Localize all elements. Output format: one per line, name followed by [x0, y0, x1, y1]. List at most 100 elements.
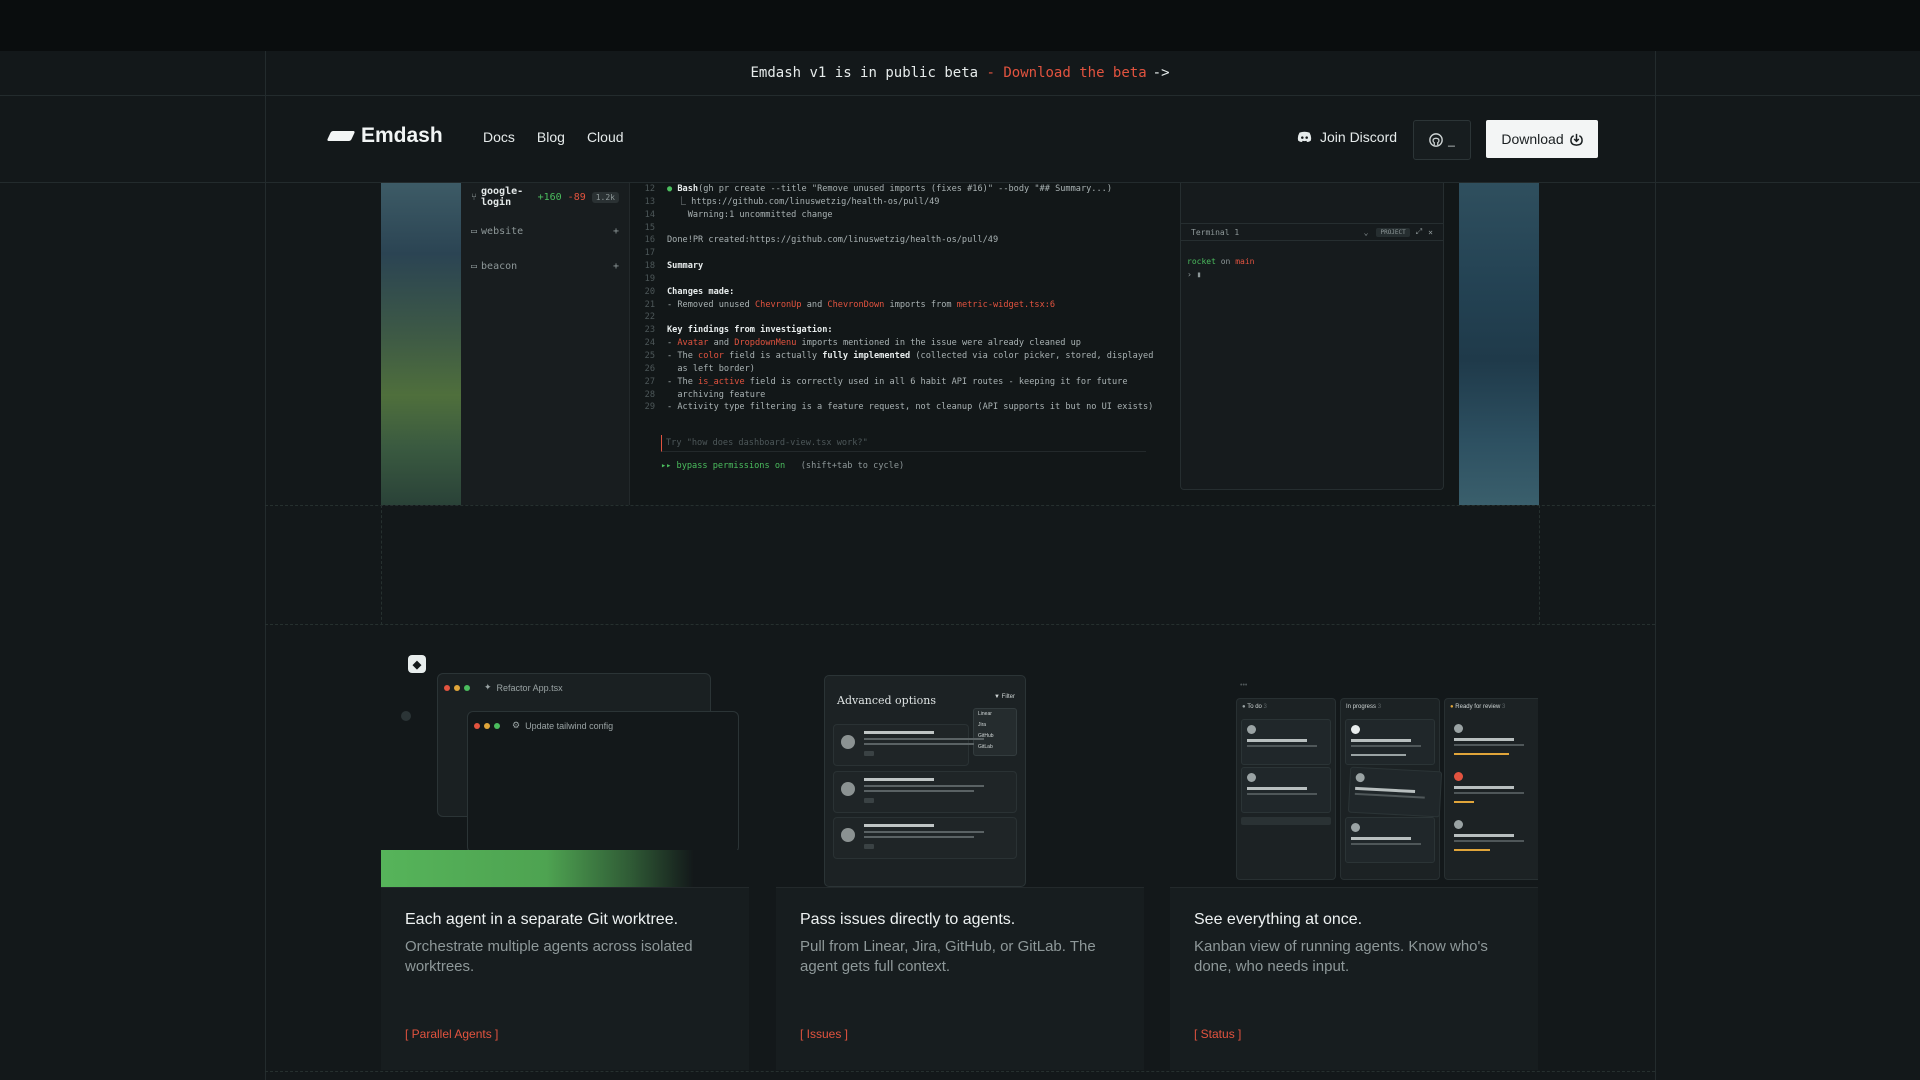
banner-text: Emdash v1 is in public beta — [750, 65, 979, 81]
tab-tailwind[interactable]: ⚙ Update tailwind config — [512, 720, 613, 731]
kanban-card[interactable] — [1345, 719, 1435, 765]
terminal-title: Terminal 1 — [1191, 227, 1240, 237]
nav-link-blog[interactable]: Blog — [537, 129, 565, 145]
kanban-column-todo: ● To do 3 — [1236, 698, 1336, 880]
tab-label: Update tailwind config — [525, 720, 614, 731]
kanban-card[interactable] — [1449, 719, 1538, 763]
grid-line — [265, 51, 266, 1080]
card-title: See everything at once. — [1194, 911, 1363, 928]
nav-link-cloud[interactable]: Cloud — [587, 129, 624, 145]
source-dropdown[interactable]: Linear Jira GitHub GitLab — [973, 708, 1017, 756]
plus-icon[interactable]: + — [613, 261, 619, 272]
divider — [776, 887, 1144, 888]
advanced-options-panel: Advanced options ▼ Filter Linear Jira Gi… — [824, 675, 1026, 887]
add-card-placeholder[interactable] — [1241, 817, 1331, 825]
feature-card-status: ••• ● To do 3 In progress 3 ● Ready for … — [1170, 625, 1538, 1070]
top-strip — [0, 0, 1920, 51]
line-number: 15 — [644, 222, 655, 233]
issue-row[interactable] — [833, 724, 984, 766]
chevron-down-icon[interactable]: ⌄ — [1364, 228, 1369, 237]
source-option[interactable]: GitLab — [978, 742, 1016, 753]
folder-icon: ▭ — [471, 260, 478, 272]
card-description: Orchestrate multiple agents across isola… — [405, 938, 693, 975]
kanban-card[interactable] — [1449, 767, 1538, 811]
source-option[interactable]: GitHub — [978, 731, 1016, 742]
line-number: 27 — [644, 376, 655, 387]
nav-links: Docs Blog Cloud — [483, 129, 624, 145]
tab-refactor[interactable]: ✦ Refactor App.tsx — [484, 682, 563, 693]
download-label: Download — [1501, 131, 1564, 147]
bypass-label: ▸▸ bypass permissions on — [661, 461, 786, 471]
emdash-app-icon: ◆ — [408, 655, 426, 673]
expand-icon[interactable]: ⤢ — [1416, 227, 1422, 237]
github-button[interactable]: _ — [1413, 120, 1471, 160]
app-window: ⑂ google-login +160 -89 1.2k ▭ website +… — [461, 183, 1459, 505]
terminal-branch: main — [1235, 257, 1255, 266]
sidebar-item-branch[interactable]: ⑂ google-login +160 -89 1.2k — [471, 185, 619, 209]
sidebar-item-beacon[interactable]: ▭ beacon + — [471, 254, 619, 278]
card-description: Kanban view of running agents. Know who'… — [1194, 938, 1488, 975]
bypass-hint: (shift+tab to cycle) — [800, 461, 905, 471]
download-icon — [1569, 133, 1583, 146]
github-star-count: _ — [1448, 133, 1455, 147]
code-line: 17 — [633, 247, 1153, 260]
line-number: 13 — [644, 196, 655, 207]
brand-logo[interactable]: Emdash — [326, 124, 443, 148]
gear-icon: ⚙ — [512, 720, 521, 730]
filter-button[interactable]: ▼ Filter — [994, 694, 1015, 700]
card-tag-link[interactable]: [ Status ] — [1194, 1027, 1241, 1041]
kanban-preview: ••• ● To do 3 In progress 3 ● Ready for … — [1170, 625, 1538, 887]
issue-row[interactable] — [833, 771, 1017, 813]
agent-prompt-input[interactable]: Try "how does dashboard-view.tsx work?" — [661, 435, 1146, 452]
kanban-card[interactable] — [1241, 767, 1331, 813]
brand-name: Emdash — [361, 124, 443, 147]
workspace-sidebar: ⑂ google-login +160 -89 1.2k ▭ website +… — [461, 183, 630, 505]
code-line: 26 as left border) — [633, 363, 1153, 376]
divider — [381, 887, 749, 888]
code-line: 15 — [633, 222, 1153, 235]
source-option[interactable]: Linear — [978, 709, 1016, 720]
sidebar-item-website[interactable]: ▭ website + — [471, 219, 619, 243]
dashed-divider — [265, 1071, 1655, 1072]
issue-avatar-icon — [841, 828, 855, 842]
feature-card-parallel-agents: ◆ ✦ Refactor App.tsx ⚙ Update tailwind c… — [381, 625, 749, 1070]
feature-card-issues: Advanced options ▼ Filter Linear Jira Gi… — [776, 625, 1144, 1070]
kanban-card[interactable] — [1345, 817, 1435, 863]
project-name: website — [481, 225, 524, 237]
panel-heading: Advanced options — [837, 694, 937, 707]
card-tag-link[interactable]: [ Parallel Agents ] — [405, 1027, 498, 1041]
hero-app-preview: ⑂ google-login +160 -89 1.2k ▭ website +… — [381, 183, 1539, 505]
issue-avatar-icon — [841, 735, 855, 749]
kanban-card-dragging[interactable] — [1347, 766, 1443, 818]
issue-row[interactable] — [833, 817, 1017, 859]
close-icon[interactable]: × — [1428, 228, 1433, 237]
card-description: Pull from Linear, Jira, GitHub, or GitLa… — [800, 938, 1096, 975]
line-number: 28 — [644, 389, 655, 400]
download-button[interactable]: Download — [1486, 120, 1598, 158]
source-option[interactable]: Jira — [978, 720, 1016, 731]
download-beta-link[interactable]: Download the beta — [1003, 65, 1146, 81]
progress-gradient — [381, 850, 749, 887]
kanban-card[interactable] — [1241, 719, 1331, 765]
line-number: 18 — [644, 261, 655, 272]
join-discord-link[interactable]: Join Discord — [1297, 129, 1397, 145]
worktree-window-2: ⚙ Update tailwind config — [467, 711, 739, 853]
terminal-prompt: › ▮ — [1187, 270, 1202, 279]
card-tag-link[interactable]: [ Issues ] — [800, 1027, 848, 1041]
placeholder-dot — [401, 711, 411, 721]
grid-line — [1655, 51, 1656, 1080]
plus-icon[interactable]: + — [613, 226, 619, 237]
code-line: 12 ● Bash(gh pr create --title "Remove un… — [633, 183, 1153, 196]
nav-link-docs[interactable]: Docs — [483, 129, 515, 145]
terminal-output[interactable]: rocket on main › ▮ — [1187, 255, 1254, 281]
code-line: 25- The color field is actually fully im… — [633, 350, 1154, 363]
terminal-panel: Terminal 1 ⌄ PROJECT ⤢ × rocket on main … — [1180, 183, 1444, 490]
painting-background-left — [381, 183, 461, 505]
kanban-card[interactable] — [1449, 815, 1538, 859]
discord-label: Join Discord — [1320, 129, 1398, 145]
terminal-tab[interactable]: Terminal 1 ⌄ PROJECT ⤢ × — [1181, 223, 1443, 241]
code-line: 24- Avatar and DropdownMenu imports ment… — [633, 337, 1153, 350]
lines-removed: -89 — [567, 191, 586, 203]
code-line: 19 — [633, 273, 1153, 286]
branch-icon: ⑂ — [471, 191, 477, 203]
